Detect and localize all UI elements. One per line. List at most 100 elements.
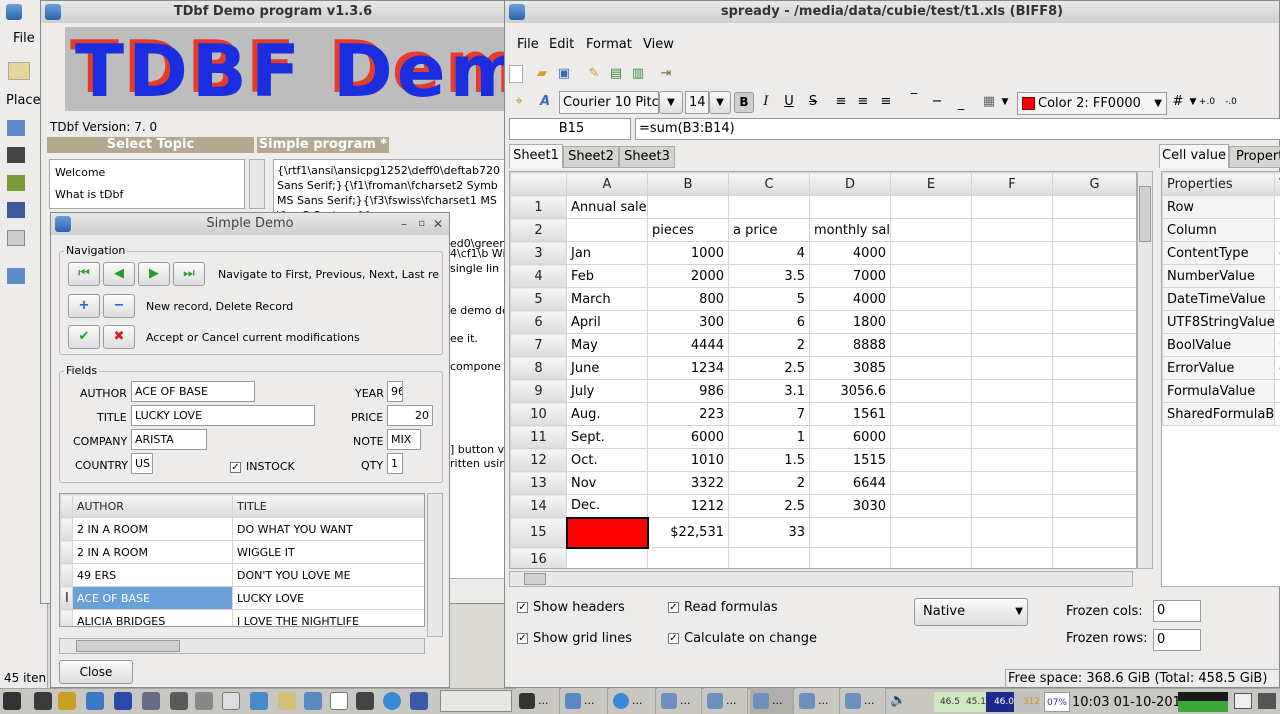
col-header-e[interactable]: E: [890, 172, 972, 196]
sheet-tab-1[interactable]: Sheet1: [509, 144, 563, 168]
cell[interactable]: [971, 333, 1053, 357]
cell[interactable]: 3322: [647, 471, 729, 495]
cell[interactable]: 8888: [809, 333, 891, 357]
align-center-icon[interactable]: ≡: [853, 93, 873, 111]
volume-icon[interactable]: 🔈: [890, 693, 908, 709]
title-cell[interactable]: DO WHAT YOU WANT: [232, 517, 424, 541]
property-name[interactable]: DateTimeValue: [1162, 287, 1275, 311]
cell[interactable]: Annual sale: [566, 195, 648, 219]
col-header-f[interactable]: F: [971, 172, 1053, 196]
vscroll-thumb[interactable]: [1139, 186, 1151, 242]
tdbf-titlebar[interactable]: TDbf Demo program v1.3.6: [41, 1, 505, 23]
cell[interactable]: 1.5: [728, 448, 810, 472]
topic-list-scrollbar[interactable]: [249, 159, 265, 209]
close-icon[interactable]: ✕: [433, 213, 443, 235]
property-name[interactable]: SharedFormulaB: [1162, 402, 1275, 426]
cell[interactable]: [971, 241, 1053, 265]
row-header[interactable]: 8: [510, 356, 567, 380]
align-left-icon[interactable]: ≡: [831, 93, 851, 111]
font-icon[interactable]: A: [535, 93, 555, 111]
cell[interactable]: [890, 218, 972, 242]
italic-button[interactable]: I: [756, 93, 776, 111]
task-button[interactable]: ...: [658, 688, 702, 714]
row-header[interactable]: 6: [510, 310, 567, 334]
cell[interactable]: [809, 547, 891, 568]
property-value[interactable]: 2: [1274, 264, 1280, 288]
terminal-launcher-icon[interactable]: [34, 692, 52, 710]
cell[interactable]: Dec.: [566, 494, 648, 518]
col-header-a[interactable]: A: [566, 172, 648, 196]
cell[interactable]: [1052, 310, 1136, 334]
cell[interactable]: 3.1: [728, 379, 810, 403]
author-cell[interactable]: 49 ERS: [72, 563, 233, 587]
cell[interactable]: monthly sal: [809, 218, 891, 242]
cell[interactable]: July: [566, 379, 648, 403]
hscroll-thumb[interactable]: [76, 640, 180, 652]
cell[interactable]: [890, 333, 972, 357]
next-record-button[interactable]: ▶: [138, 262, 170, 286]
inspector-tab-properties[interactable]: Propert: [1229, 146, 1280, 168]
cell[interactable]: [1052, 402, 1136, 426]
cell[interactable]: [971, 356, 1053, 380]
title-cell[interactable]: I LOVE THE NIGHTLIFE: [232, 609, 424, 626]
cell[interactable]: [971, 547, 1053, 568]
accept-button[interactable]: ✔: [68, 325, 100, 349]
cell[interactable]: [1052, 471, 1136, 495]
notes-launcher-icon[interactable]: [330, 692, 348, 710]
cell[interactable]: [809, 195, 891, 219]
cell[interactable]: [1052, 425, 1136, 449]
desktop-pager[interactable]: [440, 690, 512, 712]
edit-icon[interactable]: ✎: [584, 65, 604, 83]
simple-demo-titlebar[interactable]: Simple Demo – ▫ ✕: [51, 213, 449, 235]
cell[interactable]: [890, 195, 972, 219]
search-launcher-icon[interactable]: [58, 692, 76, 710]
col-header-c[interactable]: C: [728, 172, 810, 196]
cell[interactable]: 1234: [647, 356, 729, 380]
cell[interactable]: 2: [728, 333, 810, 357]
title-field[interactable]: LUCKY LOVE: [131, 405, 315, 426]
paintbrush-icon[interactable]: ⌖: [509, 93, 529, 111]
color-select[interactable]: Color 2: FF0000 ▼: [1017, 92, 1167, 115]
cell[interactable]: [1052, 448, 1136, 472]
grid-vscroll[interactable]: [427, 493, 443, 637]
show-grid-lines-checkbox[interactable]: ✓ Show grid lines: [517, 631, 632, 646]
cell[interactable]: [1052, 494, 1136, 518]
author-cell[interactable]: ACE OF BASE: [72, 586, 233, 610]
property-name[interactable]: BoolValue: [1162, 333, 1275, 357]
cell[interactable]: 5: [728, 287, 810, 311]
cell[interactable]: [1052, 241, 1136, 265]
cell[interactable]: 2000: [647, 264, 729, 288]
task-button[interactable]: ...: [562, 688, 608, 714]
cell[interactable]: Aug.: [566, 402, 648, 426]
cell[interactable]: [728, 195, 810, 219]
row-header[interactable]: 7: [510, 333, 567, 357]
cell[interactable]: [971, 310, 1053, 334]
cell[interactable]: [971, 494, 1053, 518]
author-cell[interactable]: ALICIA BRIDGES: [72, 609, 233, 626]
cell[interactable]: 1000: [647, 241, 729, 265]
cell[interactable]: [971, 425, 1053, 449]
row-header[interactable]: 4: [510, 264, 567, 288]
files-launcher-icon[interactable]: [278, 692, 296, 710]
property-value[interactable]: 1: [1274, 218, 1280, 242]
cell[interactable]: [728, 547, 810, 568]
cell[interactable]: 986: [647, 379, 729, 403]
place-icon-2[interactable]: [7, 147, 25, 163]
cell[interactable]: [1052, 287, 1136, 311]
align-right-icon[interactable]: ≡: [876, 93, 896, 111]
cell[interactable]: 6000: [647, 425, 729, 449]
col-header-d[interactable]: D: [809, 172, 891, 196]
cell[interactable]: 6000: [809, 425, 891, 449]
new-file-icon[interactable]: [509, 65, 523, 83]
bold-button[interactable]: B: [734, 92, 754, 113]
cell[interactable]: [890, 241, 972, 265]
new-record-button[interactable]: +: [68, 294, 100, 318]
valign-top-icon[interactable]: ‾: [904, 91, 924, 109]
task-button[interactable]: ...: [796, 688, 840, 714]
valign-bottom-icon[interactable]: _: [951, 95, 971, 113]
col-header-author[interactable]: AUTHOR: [72, 494, 233, 518]
task-button[interactable]: ...: [842, 688, 886, 714]
cell[interactable]: pieces: [647, 218, 729, 242]
cell[interactable]: [1052, 218, 1136, 242]
cell[interactable]: 1561: [809, 402, 891, 426]
